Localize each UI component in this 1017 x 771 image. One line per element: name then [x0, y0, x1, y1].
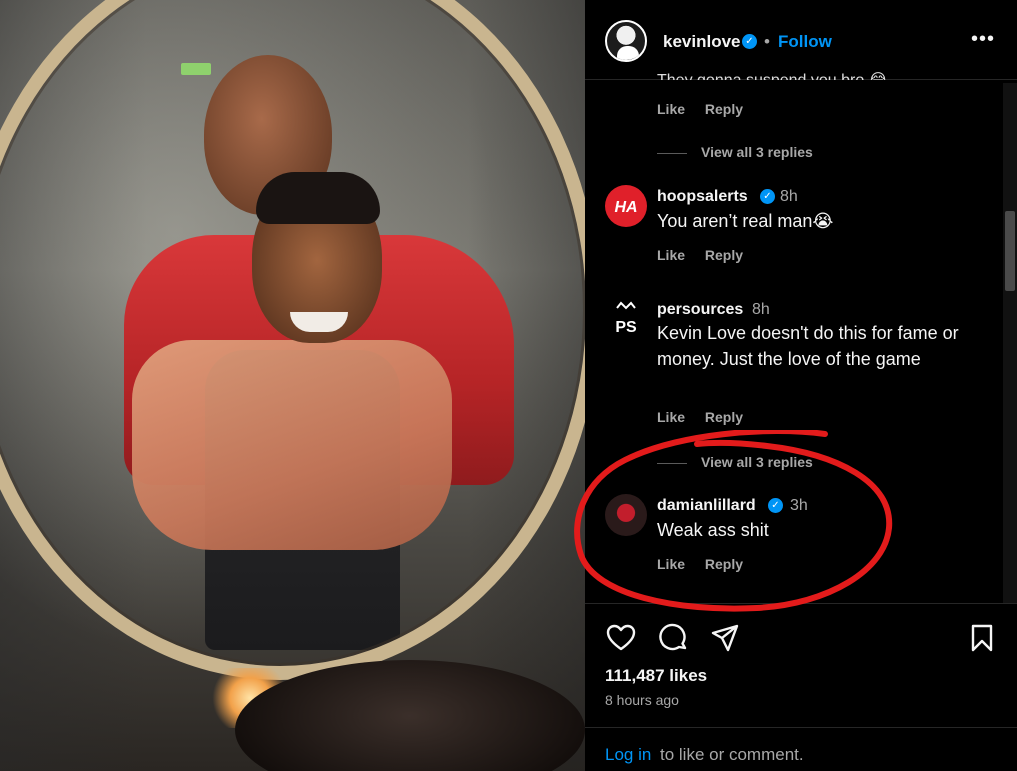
avatar[interactable]	[605, 494, 647, 536]
truncated-comment-text: They gonna suspend you bro 😂	[657, 72, 888, 89]
bookmark-icon[interactable]	[966, 622, 998, 654]
follow-button[interactable]: Follow	[778, 32, 832, 52]
share-icon[interactable]	[709, 622, 741, 654]
comment-text: Kevin Love doesn't do this for fame or m…	[657, 323, 959, 369]
like-comment-button[interactable]: Like	[657, 556, 685, 572]
comment-text: You aren’t real man😭	[657, 211, 834, 231]
comment-actions: Like Reply	[657, 101, 759, 117]
verified-badge-icon: ✓	[742, 34, 757, 49]
verified-badge-icon: ✓	[760, 189, 775, 204]
login-prompt-bar: Log in to like or comment.	[585, 727, 1017, 771]
comment-username[interactable]: hoopsalerts	[657, 188, 748, 206]
scrollbar-thumb[interactable]	[1005, 211, 1015, 291]
like-comment-button[interactable]: Like	[657, 247, 685, 263]
comment-actions: Like Reply	[657, 409, 759, 425]
heart-icon[interactable]	[605, 622, 637, 654]
comment-username[interactable]: damianlillard	[657, 497, 756, 515]
reply-comment-button[interactable]: Reply	[705, 556, 743, 572]
header-separator: •	[764, 32, 770, 51]
view-replies-link[interactable]: View all 3 replies	[657, 454, 813, 470]
comment-time: 8h	[752, 301, 770, 318]
avatar[interactable]	[605, 20, 647, 62]
avatar[interactable]: HA	[605, 185, 647, 227]
reply-comment-button[interactable]: Reply	[705, 409, 743, 425]
comment-time: 8h	[780, 188, 798, 205]
post-photo	[0, 0, 585, 771]
login-prompt-text: to like or comment.	[660, 745, 804, 764]
comments-scrollbar[interactable]	[1003, 83, 1017, 603]
post-author-username[interactable]: kevinlove	[663, 32, 741, 52]
hoopsalerts-logo-icon: HA	[606, 186, 646, 226]
reply-comment-button[interactable]: Reply	[705, 101, 743, 117]
persources-logo-icon: PS	[615, 301, 637, 336]
photo-round-frame	[0, 0, 585, 680]
comment-time: 3h	[790, 497, 808, 514]
comment-text: Weak ass shit	[657, 520, 769, 540]
svg-text:HA: HA	[614, 199, 637, 216]
avatar[interactable]: PS	[605, 298, 647, 340]
view-replies-link[interactable]: View all 3 replies	[657, 144, 813, 160]
login-link[interactable]: Log in	[605, 745, 651, 765]
svg-text:PS: PS	[615, 319, 637, 336]
like-comment-button[interactable]: Like	[657, 409, 685, 425]
verified-badge-icon: ✓	[768, 498, 783, 513]
instagram-post-panel: kevinlove ✓ • Follow ••• They gonna susp…	[585, 0, 1017, 771]
comment-actions: Like Reply	[657, 247, 759, 263]
post-header: kevinlove ✓ • Follow •••	[585, 0, 1017, 80]
post-actions-bar	[585, 603, 1017, 663]
reply-comment-button[interactable]: Reply	[705, 247, 743, 263]
likes-count[interactable]: 111,487 likes	[605, 666, 707, 686]
replies-divider-line	[657, 462, 687, 464]
comment-icon[interactable]	[658, 622, 690, 654]
comment-username[interactable]: persources	[657, 301, 743, 319]
comment-actions: Like Reply	[657, 556, 759, 572]
more-options-icon[interactable]: •••	[971, 28, 995, 51]
like-comment-button[interactable]: Like	[657, 101, 685, 117]
replies-divider-line	[657, 152, 687, 154]
post-timestamp: 8 hours ago	[605, 692, 679, 708]
